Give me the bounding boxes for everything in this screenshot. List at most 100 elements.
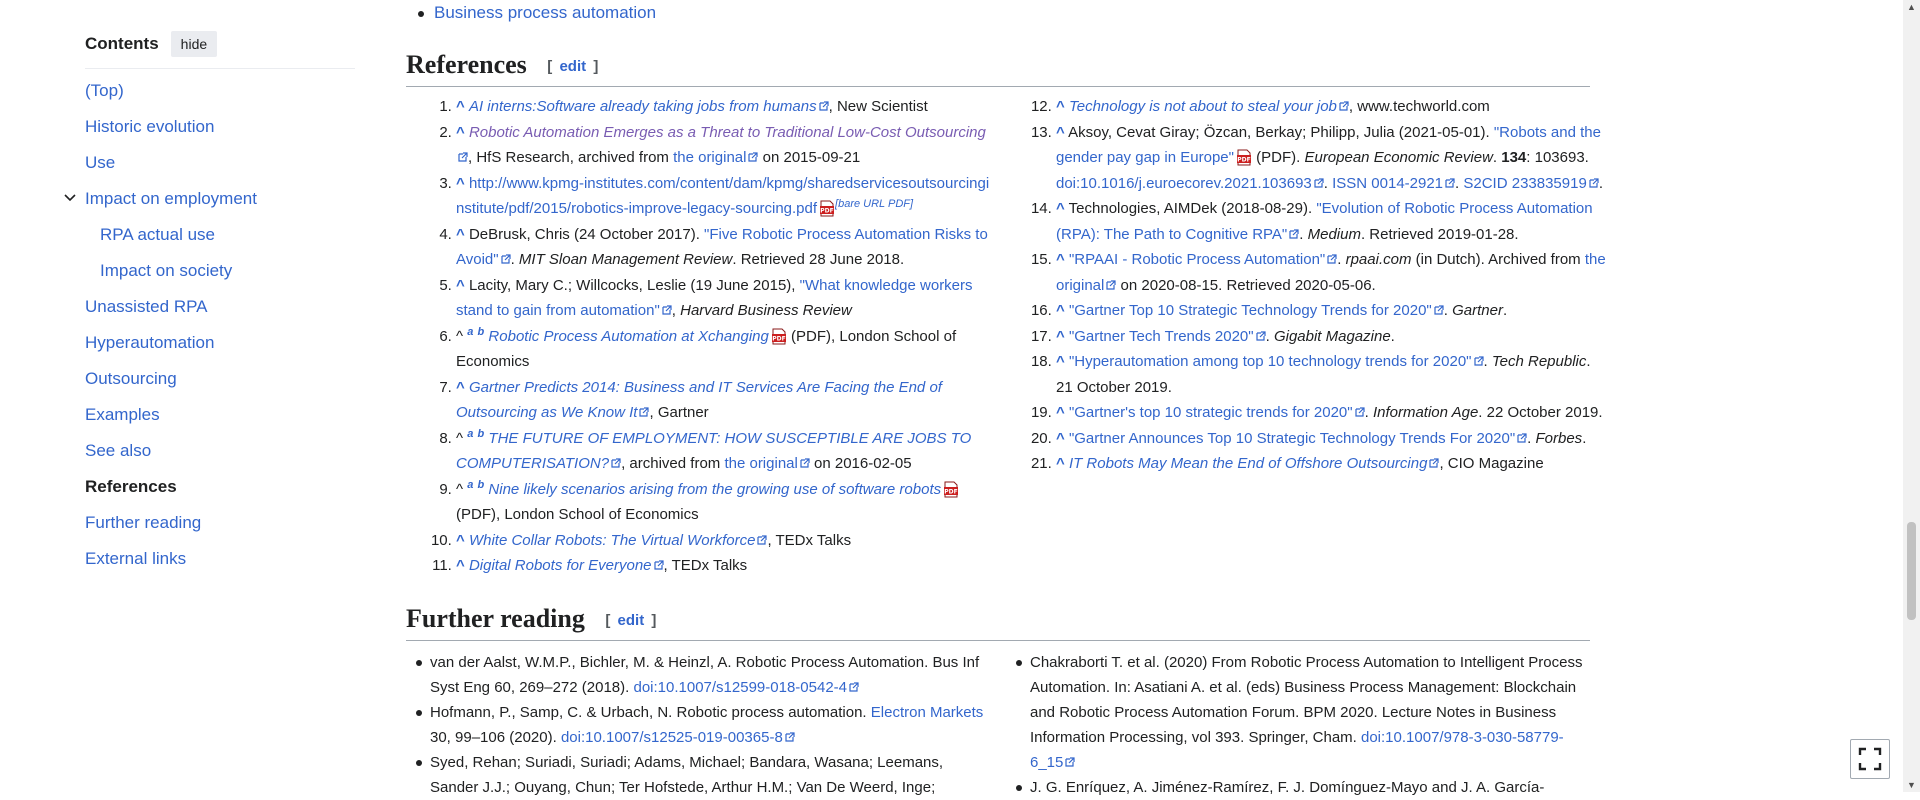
toc-item-external-links[interactable]: External links: [85, 541, 355, 577]
toc-item-further-reading[interactable]: Further reading: [85, 505, 355, 541]
reference-item: ^ Robotic Automation Emerges as a Threat…: [456, 120, 996, 171]
toc-item-hyperautomation[interactable]: Hyperautomation: [85, 325, 355, 361]
backlink-b[interactable]: b: [478, 428, 485, 440]
backlink-a[interactable]: a: [467, 326, 473, 338]
backlink-caret[interactable]: ^: [456, 124, 465, 141]
backlink-caret[interactable]: ^: [1056, 302, 1065, 319]
external-link-icon: [1445, 178, 1455, 188]
see-also-link[interactable]: Business process automation: [434, 3, 656, 22]
backlink-caret[interactable]: ^: [456, 532, 465, 549]
backlink-caret[interactable]: ^: [456, 557, 465, 574]
reference-item: ^ Gartner Predicts 2014: Business and IT…: [456, 375, 996, 426]
backlink-caret[interactable]: ^: [1056, 124, 1065, 141]
issn-link[interactable]: ISSN 0014-2921: [1332, 175, 1443, 192]
reference-link[interactable]: AI interns:Software already taking jobs …: [469, 98, 817, 115]
backlink-caret[interactable]: ^: [456, 98, 465, 115]
backlink-caret[interactable]: ^: [456, 379, 465, 396]
references-left-column: ^ AI interns:Software already taking job…: [406, 94, 996, 579]
toc-item-examples[interactable]: Examples: [85, 397, 355, 433]
backlink-caret[interactable]: ^: [1056, 353, 1065, 370]
backlink-caret[interactable]: ^: [1056, 251, 1065, 268]
fullscreen-button[interactable]: [1850, 739, 1890, 779]
edit-section: [ edit ]: [547, 58, 598, 75]
backlink-caret[interactable]: ^: [1056, 200, 1065, 217]
reference-link[interactable]: "Gartner's top 10 strategic trends for 2…: [1069, 404, 1353, 421]
reference-link[interactable]: Digital Robots for Everyone: [469, 557, 652, 574]
toc-hide-button[interactable]: hide: [170, 31, 218, 57]
bare-url-note[interactable]: [bare URL PDF]: [835, 198, 913, 210]
toc-item-rpa-actual-use[interactable]: RPA actual use: [85, 217, 355, 253]
reference-link[interactable]: Robotic Automation Emerges as a Threat t…: [469, 124, 986, 141]
toc-item-impact-on-employment[interactable]: Impact on employment: [64, 181, 355, 217]
toc-item-use[interactable]: Use: [85, 145, 355, 181]
references-right-column: ^ Technology is not about to steal your …: [1006, 94, 1606, 477]
toc-item-unassisted-rpa[interactable]: Unassisted RPA: [85, 289, 355, 325]
doi-link[interactable]: doi:10.1007/s12525-019-00365-8: [561, 729, 783, 746]
scrollbar-thumb[interactable]: [1907, 522, 1916, 620]
reference-link[interactable]: http://www.kpmg-institutes.com/content/d…: [456, 175, 989, 218]
backlink-b[interactable]: b: [478, 326, 485, 338]
scroll-up-arrow-icon[interactable]: ▲: [1907, 2, 1916, 12]
reference-link[interactable]: "Gartner Tech Trends 2020": [1069, 328, 1254, 345]
reference-link[interactable]: "Hyperautomation among top 10 technology…: [1069, 353, 1472, 370]
external-link-icon: [1355, 407, 1365, 417]
reference-text: .: [1483, 353, 1492, 370]
s2cid-link[interactable]: S2CID 233835919: [1463, 175, 1586, 192]
external-link-icon: [1314, 178, 1324, 188]
reference-text: . 22 October 2019.: [1478, 404, 1603, 421]
backlink-caret[interactable]: ^: [1056, 328, 1065, 345]
toc-item-see-also[interactable]: See also: [85, 433, 355, 469]
reference-link[interactable]: "Gartner Top 10 Strategic Technology Tre…: [1069, 302, 1432, 319]
edit-link[interactable]: edit: [556, 58, 589, 75]
bracket: [: [605, 612, 611, 630]
reference-link[interactable]: Nine likely scenarios arising from the g…: [488, 481, 941, 498]
doi-link[interactable]: doi:10.1007/s12599-018-0542-4: [633, 679, 847, 696]
external-link-icon: [1429, 458, 1439, 468]
external-link-icon: [785, 732, 795, 742]
doi-link[interactable]: doi:10.1016/j.euroecorev.2021.103693: [1056, 175, 1312, 192]
reference-link[interactable]: IT Robots May Mean the End of Offshore O…: [1069, 455, 1428, 472]
backlink-a[interactable]: a: [467, 428, 473, 440]
backlink-caret[interactable]: ^: [456, 226, 465, 243]
bullet: [418, 10, 424, 17]
reference-text: , CIO Magazine: [1439, 455, 1544, 472]
backlink-caret[interactable]: ^: [1056, 98, 1065, 115]
backlink-a[interactable]: a: [467, 479, 473, 491]
external-link-icon: [819, 101, 829, 111]
list-item: J. G. Enríquez, A. Jiménez-Ramírez, F. J…: [1016, 775, 1592, 800]
chevron-down-icon[interactable]: [63, 181, 77, 217]
page-scrollbar[interactable]: ▲ ▼: [1903, 0, 1920, 792]
backlink-caret[interactable]: ^: [456, 277, 465, 294]
reference-link[interactable]: White Collar Robots: The Virtual Workfor…: [469, 532, 756, 549]
toc-item-top[interactable]: (Top): [85, 73, 355, 109]
toc-item-historic-evolution[interactable]: Historic evolution: [85, 109, 355, 145]
reference-link[interactable]: "Gartner Announces Top 10 Strategic Tech…: [1069, 430, 1515, 447]
backlink-caret[interactable]: ^: [1056, 404, 1065, 421]
pdf-icon: [943, 481, 959, 498]
reference-list: ^ AI interns:Software already taking job…: [406, 94, 996, 579]
reference-link[interactable]: Technology is not about to steal your jo…: [1069, 98, 1337, 115]
reference-work: Gigabit Magazine: [1273, 327, 1391, 345]
backlink-caret[interactable]: ^: [456, 175, 465, 192]
reading-text: Syed, Rehan; Suriadi, Suriadi; Adams, Mi…: [430, 754, 944, 796]
reference-work: Information Age: [1372, 404, 1479, 421]
original-link[interactable]: the original: [673, 149, 746, 166]
backlink-caret[interactable]: ^: [1056, 430, 1065, 447]
reference-link[interactable]: "RPAAI - Robotic Process Automation": [1069, 251, 1325, 268]
toc-item-references[interactable]: References: [85, 469, 355, 505]
toc-list: (Top) Historic evolution Use Impact on e…: [64, 73, 355, 577]
toc-item-outsourcing[interactable]: Outsourcing: [85, 361, 355, 397]
reference-link[interactable]: Robotic Process Automation at Xchanging: [488, 328, 768, 345]
toc-item-impact-on-society[interactable]: Impact on society: [85, 253, 355, 289]
original-link[interactable]: the original: [724, 455, 797, 472]
external-link-icon: [458, 152, 468, 162]
external-link-icon: [1517, 433, 1527, 443]
scroll-down-arrow-icon[interactable]: ▼: [1907, 780, 1916, 790]
backlink-b[interactable]: b: [478, 479, 485, 491]
edit-link[interactable]: edit: [615, 612, 648, 629]
journal-link[interactable]: Electron Markets: [871, 704, 984, 721]
edit-section: [ edit ]: [605, 612, 656, 629]
external-link-icon: [611, 458, 621, 468]
backlink-caret[interactable]: ^: [1056, 455, 1065, 472]
reference-text: .: [1364, 404, 1373, 421]
